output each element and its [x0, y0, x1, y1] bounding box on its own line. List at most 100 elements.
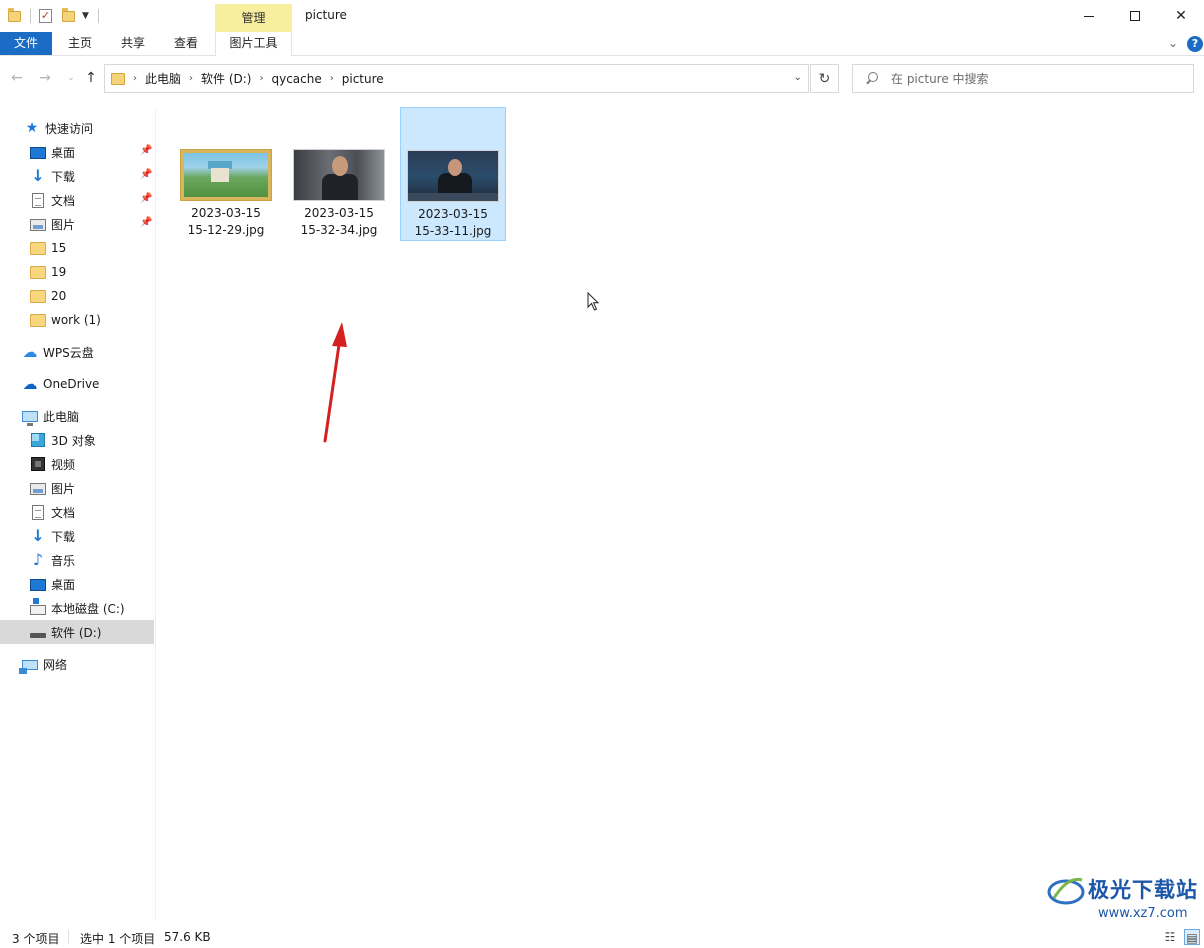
- sidebar-item-onedrive[interactable]: ☁ OneDrive: [0, 372, 154, 396]
- quick-access-separator: [98, 6, 99, 26]
- sidebar-item-3d-objects[interactable]: 3D 对象: [0, 428, 154, 452]
- sidebar-item-desktop[interactable]: 桌面 📌: [0, 140, 154, 164]
- sidebar-item-label: 下载: [51, 529, 76, 544]
- drive-icon: [30, 633, 46, 638]
- minimize-button[interactable]: [1066, 0, 1112, 32]
- cube-3d-icon: [31, 433, 45, 447]
- sidebar-item-pc-desktop[interactable]: 桌面: [0, 572, 154, 596]
- file-name: 2023-03-15 15-33-11.jpg: [414, 207, 492, 238]
- pin-icon[interactable]: 📌: [140, 217, 152, 228]
- sidebar-item-quick-access[interactable]: ★ 快速访问: [0, 116, 154, 140]
- tab-view[interactable]: 查看: [160, 32, 212, 55]
- pin-icon[interactable]: 📌: [140, 169, 152, 180]
- sidebar-item-this-pc[interactable]: 此电脑: [0, 404, 154, 428]
- sidebar-item-pictures[interactable]: 图片 📌: [0, 212, 154, 236]
- sidebar-item-documents[interactable]: 文档 📌: [0, 188, 154, 212]
- image-thumbnail: [293, 149, 385, 201]
- breadcrumb-picture[interactable]: picture: [342, 72, 384, 86]
- folder-icon: [30, 266, 46, 279]
- sidebar-item-label: 3D 对象: [51, 433, 96, 448]
- sidebar-item-label: 桌面: [51, 145, 76, 160]
- breadcrumb-separator-icon[interactable]: ›: [259, 73, 263, 84]
- file-item-1[interactable]: 2023-03-15 15-12-29.jpg: [173, 107, 279, 241]
- breadcrumb-drive-d[interactable]: 软件 (D:): [201, 70, 251, 87]
- help-icon[interactable]: ?: [1187, 36, 1203, 52]
- pin-icon[interactable]: 📌: [140, 145, 152, 156]
- sidebar-item-downloads[interactable]: ↓ 下载 📌: [0, 164, 154, 188]
- selected-count: 选中 1 个项目: [80, 932, 156, 946]
- search-icon: [865, 71, 879, 86]
- address-dropdown-chevron-icon[interactable]: ⌄: [794, 72, 802, 83]
- sidebar-item-folder-15[interactable]: 15: [0, 236, 154, 260]
- customize-toolbar-dropdown-icon[interactable]: ▼: [82, 6, 89, 26]
- context-tab-manage: 管理: [215, 4, 292, 32]
- sidebar-item-videos[interactable]: 视频: [0, 452, 154, 476]
- search-box[interactable]: [852, 64, 1194, 93]
- picture-icon: [30, 483, 46, 495]
- onedrive-cloud-icon: ☁: [22, 375, 38, 393]
- sidebar-item-pc-documents[interactable]: 文档: [0, 500, 154, 524]
- sidebar-item-folder-20[interactable]: 20: [0, 284, 154, 308]
- properties-check-icon[interactable]: ✓: [39, 6, 52, 26]
- sidebar-item-drive-c[interactable]: 本地磁盘 (C:): [0, 596, 154, 620]
- document-icon: [32, 504, 44, 520]
- sidebar-item-label: 软件 (D:): [51, 625, 102, 640]
- refresh-button[interactable]: ↻: [810, 64, 839, 93]
- breadcrumb-qycache[interactable]: qycache: [271, 72, 321, 86]
- back-arrow-icon[interactable]: ←: [8, 69, 26, 87]
- close-icon: ✕: [1175, 8, 1187, 24]
- sidebar-item-pc-pictures[interactable]: 图片: [0, 476, 154, 500]
- selected-size: 57.6 KB: [164, 930, 211, 944]
- music-note-icon: ♪: [32, 550, 44, 569]
- sidebar-item-label: 桌面: [51, 577, 76, 592]
- tab-file[interactable]: 文件: [0, 32, 52, 55]
- close-button[interactable]: ✕: [1158, 0, 1204, 32]
- sidebar-item-label: 快速访问: [45, 121, 94, 136]
- tab-share[interactable]: 共享: [107, 32, 159, 55]
- new-folder-icon[interactable]: [62, 6, 75, 26]
- sidebar-item-pc-downloads[interactable]: ↓ 下载: [0, 524, 154, 548]
- sidebar-item-folder-19[interactable]: 19: [0, 260, 154, 284]
- sidebar-item-drive-d[interactable]: 软件 (D:): [0, 620, 154, 644]
- download-icon: ↓: [31, 526, 45, 545]
- desktop-icon: [30, 147, 46, 159]
- window-title: picture: [305, 8, 347, 22]
- recent-locations-chevron-icon[interactable]: ⌄: [62, 69, 80, 87]
- watermark-logo-icon: [1047, 877, 1085, 905]
- maximize-button[interactable]: [1112, 0, 1158, 32]
- navigation-pane[interactable]: ★ 快速访问 桌面 📌 ↓ 下载 📌 文档 📌 图片 📌 15 19 20 wo…: [0, 110, 156, 920]
- tab-picture-tools[interactable]: 图片工具: [215, 32, 292, 56]
- sidebar-item-folder-work[interactable]: work (1): [0, 308, 154, 332]
- sidebar-item-label: 文档: [51, 505, 76, 520]
- watermark-url: www.xz7.com: [1098, 906, 1188, 921]
- sidebar-item-music[interactable]: ♪ 音乐: [0, 548, 154, 572]
- sidebar-item-label: 网络: [43, 657, 68, 672]
- sidebar-item-label: WPS云盘: [43, 345, 94, 360]
- up-arrow-icon[interactable]: ↑: [82, 69, 100, 87]
- windows-drive-icon: [30, 598, 46, 615]
- address-bar[interactable]: › 此电脑 › 软件 (D:) › qycache › picture ⌄: [104, 64, 809, 93]
- sidebar-item-label: 下载: [51, 169, 76, 184]
- file-item-2[interactable]: 2023-03-15 15-32-34.jpg: [286, 107, 392, 241]
- forward-arrow-icon[interactable]: →: [36, 69, 54, 87]
- pin-icon[interactable]: 📌: [140, 193, 152, 204]
- file-name: 2023-03-15 15-12-29.jpg: [187, 206, 265, 237]
- breadcrumb-separator-icon[interactable]: ›: [133, 73, 137, 84]
- star-icon: ★: [25, 120, 39, 136]
- tab-home[interactable]: 主页: [54, 32, 106, 55]
- sidebar-item-label: 文档: [51, 193, 76, 208]
- search-input[interactable]: [891, 71, 1181, 86]
- quick-access-folder-icon[interactable]: [8, 6, 21, 26]
- desktop-icon: [30, 579, 46, 591]
- sidebar-item-network[interactable]: 网络: [0, 652, 154, 676]
- sidebar-item-wps-cloud[interactable]: ☁ WPS云盘: [0, 340, 154, 364]
- file-item-3-selected[interactable]: 2023-03-15 15-33-11.jpg: [400, 107, 506, 241]
- file-list-area[interactable]: 2023-03-15 15-12-29.jpg 2023-03-15 15-32…: [157, 100, 1204, 922]
- breadcrumb-this-pc[interactable]: 此电脑: [145, 70, 181, 87]
- refresh-icon: ↻: [818, 70, 831, 87]
- expand-ribbon-chevron-icon[interactable]: ⌄: [1166, 36, 1180, 50]
- breadcrumb-separator-icon[interactable]: ›: [330, 73, 334, 84]
- item-count: 3 个项目: [12, 932, 60, 946]
- watermark: 极光下载站 www.xz7.com: [1042, 868, 1198, 942]
- breadcrumb-separator-icon[interactable]: ›: [189, 73, 193, 84]
